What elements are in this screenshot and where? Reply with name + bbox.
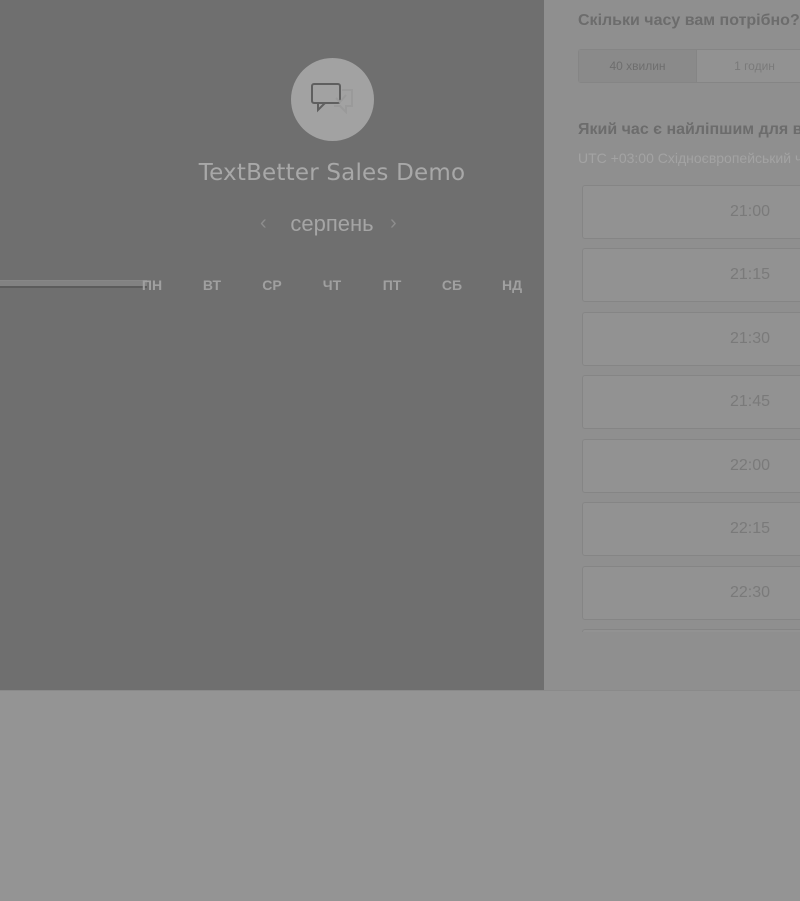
month-navigation: ‹ серпень › xyxy=(232,208,432,242)
page-background xyxy=(0,690,800,901)
time-slot-label: 22:00 xyxy=(729,457,771,474)
time-slot[interactable]: 22:00 xyxy=(582,439,800,493)
time-panel: Скільки часу вам потрібно? 40 хвилин 1 г… xyxy=(544,0,800,690)
time-question: Який час є найліпшим для вас? xyxy=(578,121,800,138)
time-slot-label: 21:30 xyxy=(729,330,771,347)
calendar-panel: TextBetter Sales Demo ‹ серпень › пн вт … xyxy=(0,0,544,690)
weekday-wed: ср xyxy=(262,277,282,293)
weekday-mon: пн xyxy=(141,277,163,293)
time-slot[interactable]: 21:30 xyxy=(582,312,800,366)
time-slot[interactable]: 21:15 xyxy=(582,248,800,302)
weekday-sun: нд xyxy=(501,277,523,293)
event-title: TextBetter Sales Demo xyxy=(198,160,466,186)
next-month-button[interactable]: › xyxy=(390,212,397,235)
prev-month-button[interactable]: ‹ xyxy=(260,212,267,235)
time-slot-label: 22:15 xyxy=(729,520,771,537)
duration-option-1h[interactable]: 1 годин xyxy=(696,50,800,82)
weekday-thu: чт xyxy=(322,277,342,293)
time-slot[interactable]: 21:45 xyxy=(582,375,800,429)
weekday-sat: сб xyxy=(441,277,463,293)
chat-bubbles-icon xyxy=(311,83,353,115)
scroll-fade xyxy=(544,632,800,690)
time-slot-label: 21:15 xyxy=(729,266,771,283)
duration-selector: 40 хвилин 1 годин xyxy=(578,49,800,83)
duration-question: Скільки часу вам потрібно? xyxy=(578,12,800,29)
weekday-tue: вт xyxy=(202,277,222,293)
time-slot[interactable]: 22:15 xyxy=(582,502,800,556)
timezone-label[interactable]: UTC +03:00 Східноєвропейський час xyxy=(578,150,800,166)
scheduler-app: TextBetter Sales Demo ‹ серпень › пн вт … xyxy=(0,0,800,690)
event-logo xyxy=(291,58,374,141)
time-slot[interactable]: 22:30 xyxy=(582,566,800,620)
time-slot-label: 22:30 xyxy=(729,584,771,601)
weekday-header: пн вт ср чт пт сб нд xyxy=(122,277,542,297)
duration-option-40min[interactable]: 40 хвилин xyxy=(579,50,697,82)
time-slot-label: 21:45 xyxy=(729,393,771,410)
time-slot[interactable]: 21:00 xyxy=(582,185,800,239)
month-label: серпень xyxy=(290,211,374,236)
weekday-fri: пт xyxy=(382,277,402,293)
time-slot-label: 21:00 xyxy=(729,203,771,220)
